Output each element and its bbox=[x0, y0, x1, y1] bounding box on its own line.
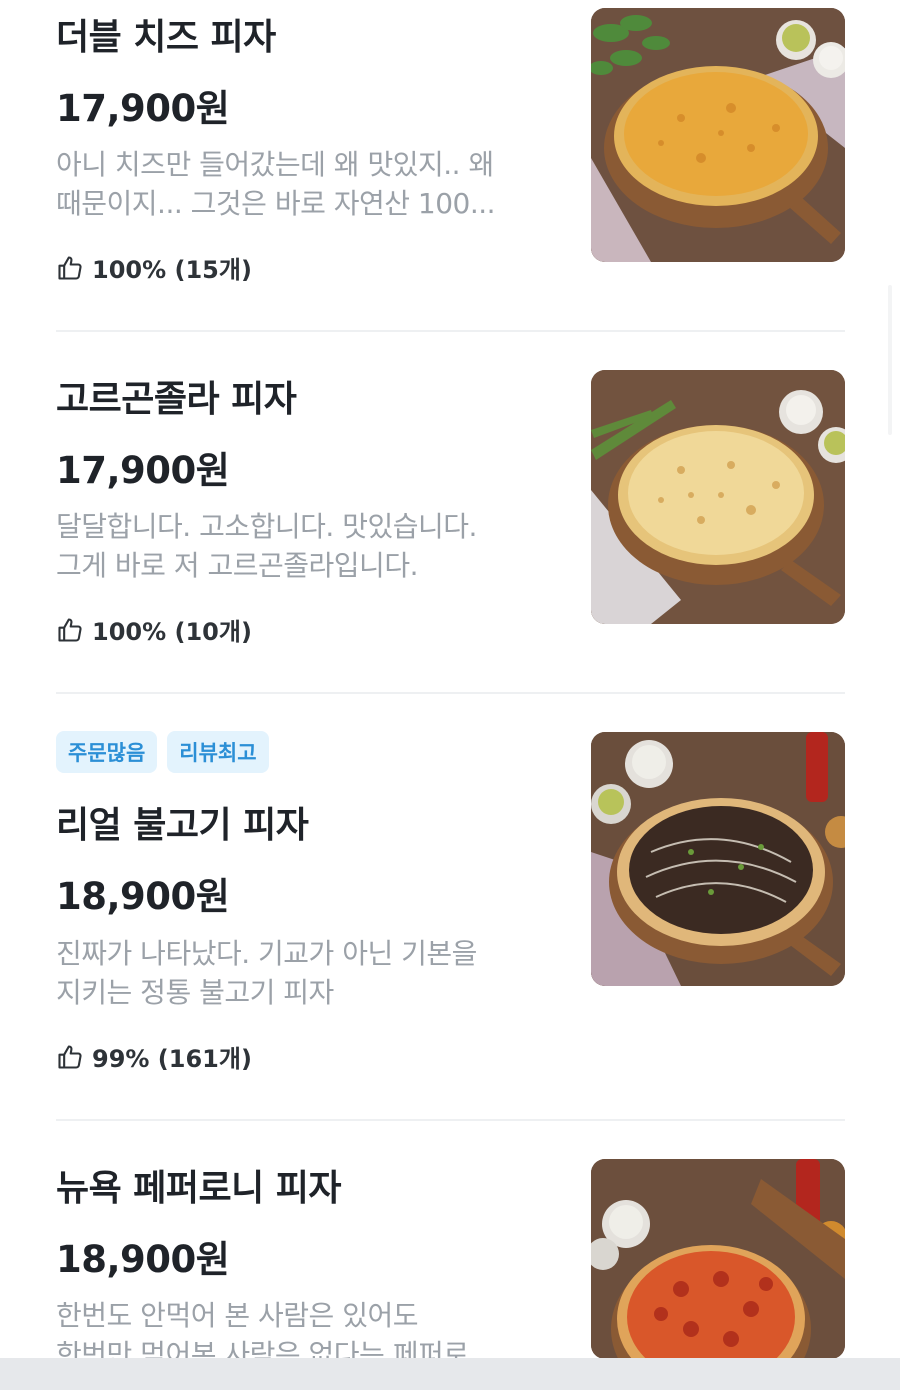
description-line: 아니 치즈만 들어갔는데 왜 맛있지.. 왜 bbox=[56, 148, 494, 181]
menu-item-real-bulgogi[interactable]: 주문많음 리뷰최고 리얼 불고기 피자 18,900원 진짜가 나타났다. 기교… bbox=[56, 694, 846, 1119]
menu-item-name: 리얼 불고기 피자 bbox=[56, 805, 309, 846]
pizza-image bbox=[591, 732, 845, 986]
badge-best-review: 리뷰최고 bbox=[167, 731, 269, 773]
description-line: 달달합니다. 고소합니다. 맛있습니다. bbox=[56, 510, 477, 543]
rating: 100% (10개) bbox=[56, 612, 252, 647]
bottom-bar bbox=[0, 1358, 900, 1390]
thumbs-up-icon bbox=[58, 1044, 82, 1069]
menu-item-gorgonzola[interactable]: 고르곤졸라 피자 17,900원 달달합니다. 고소합니다. 맛있습니다. 그게… bbox=[56, 332, 846, 692]
menu-item-price: 18,900원 bbox=[56, 1238, 230, 1281]
menu-item-price: 17,900원 bbox=[56, 87, 230, 130]
pizza-image bbox=[591, 370, 845, 624]
description-line: 지키는 정통 불고기 피자 bbox=[56, 976, 334, 1009]
scroll-indicator[interactable] bbox=[888, 285, 892, 435]
menu-item-double-cheese[interactable]: 더블 치즈 피자 17,900원 아니 치즈만 들어갔는데 왜 맛있지.. 왜 … bbox=[56, 0, 846, 330]
menu-item-price: 17,900원 bbox=[56, 449, 230, 492]
menu-item-description: 달달합니다. 고소합니다. 맛있습니다. 그게 바로 저 고르곤졸라입니다. bbox=[56, 507, 546, 585]
rating-text: 99% (161개) bbox=[92, 1045, 252, 1073]
thumbs-up-icon bbox=[58, 617, 82, 642]
description-line: 때문이지... 그것은 바로 자연산 100... bbox=[56, 187, 496, 220]
rating: 99% (161개) bbox=[56, 1039, 252, 1074]
menu-item-ny-pepperoni[interactable]: 뉴욕 페퍼로니 피자 18,900원 한번도 안먹어 본 사람은 있어도 한번만… bbox=[56, 1121, 846, 1371]
rating-text: 100% (10개) bbox=[92, 618, 252, 646]
rating: 100% (15개) bbox=[56, 250, 252, 285]
menu-item-price: 18,900원 bbox=[56, 875, 230, 918]
thumbs-up-icon bbox=[58, 255, 82, 280]
description-line: 진짜가 나타났다. 기교가 아닌 기본을 bbox=[56, 937, 477, 970]
description-line: 한번도 안먹어 본 사람은 있어도 bbox=[56, 1299, 418, 1332]
badge-group: 주문많음 리뷰최고 bbox=[56, 731, 269, 773]
menu-item-description: 진짜가 나타났다. 기교가 아닌 기본을 지키는 정통 불고기 피자 bbox=[56, 934, 546, 1012]
menu-item-name: 더블 치즈 피자 bbox=[56, 17, 276, 58]
description-line: 그게 바로 저 고르곤졸라입니다. bbox=[56, 549, 418, 582]
rating-text: 100% (15개) bbox=[92, 256, 252, 284]
menu-item-name: 뉴욕 페퍼로니 피자 bbox=[56, 1168, 342, 1209]
badge-popular: 주문많음 bbox=[56, 731, 158, 773]
pizza-image bbox=[591, 1159, 845, 1359]
menu-item-name: 고르곤졸라 피자 bbox=[56, 379, 297, 420]
menu-item-description: 아니 치즈만 들어갔는데 왜 맛있지.. 왜 때문이지... 그것은 바로 자연… bbox=[56, 145, 546, 223]
pizza-image bbox=[591, 8, 845, 262]
